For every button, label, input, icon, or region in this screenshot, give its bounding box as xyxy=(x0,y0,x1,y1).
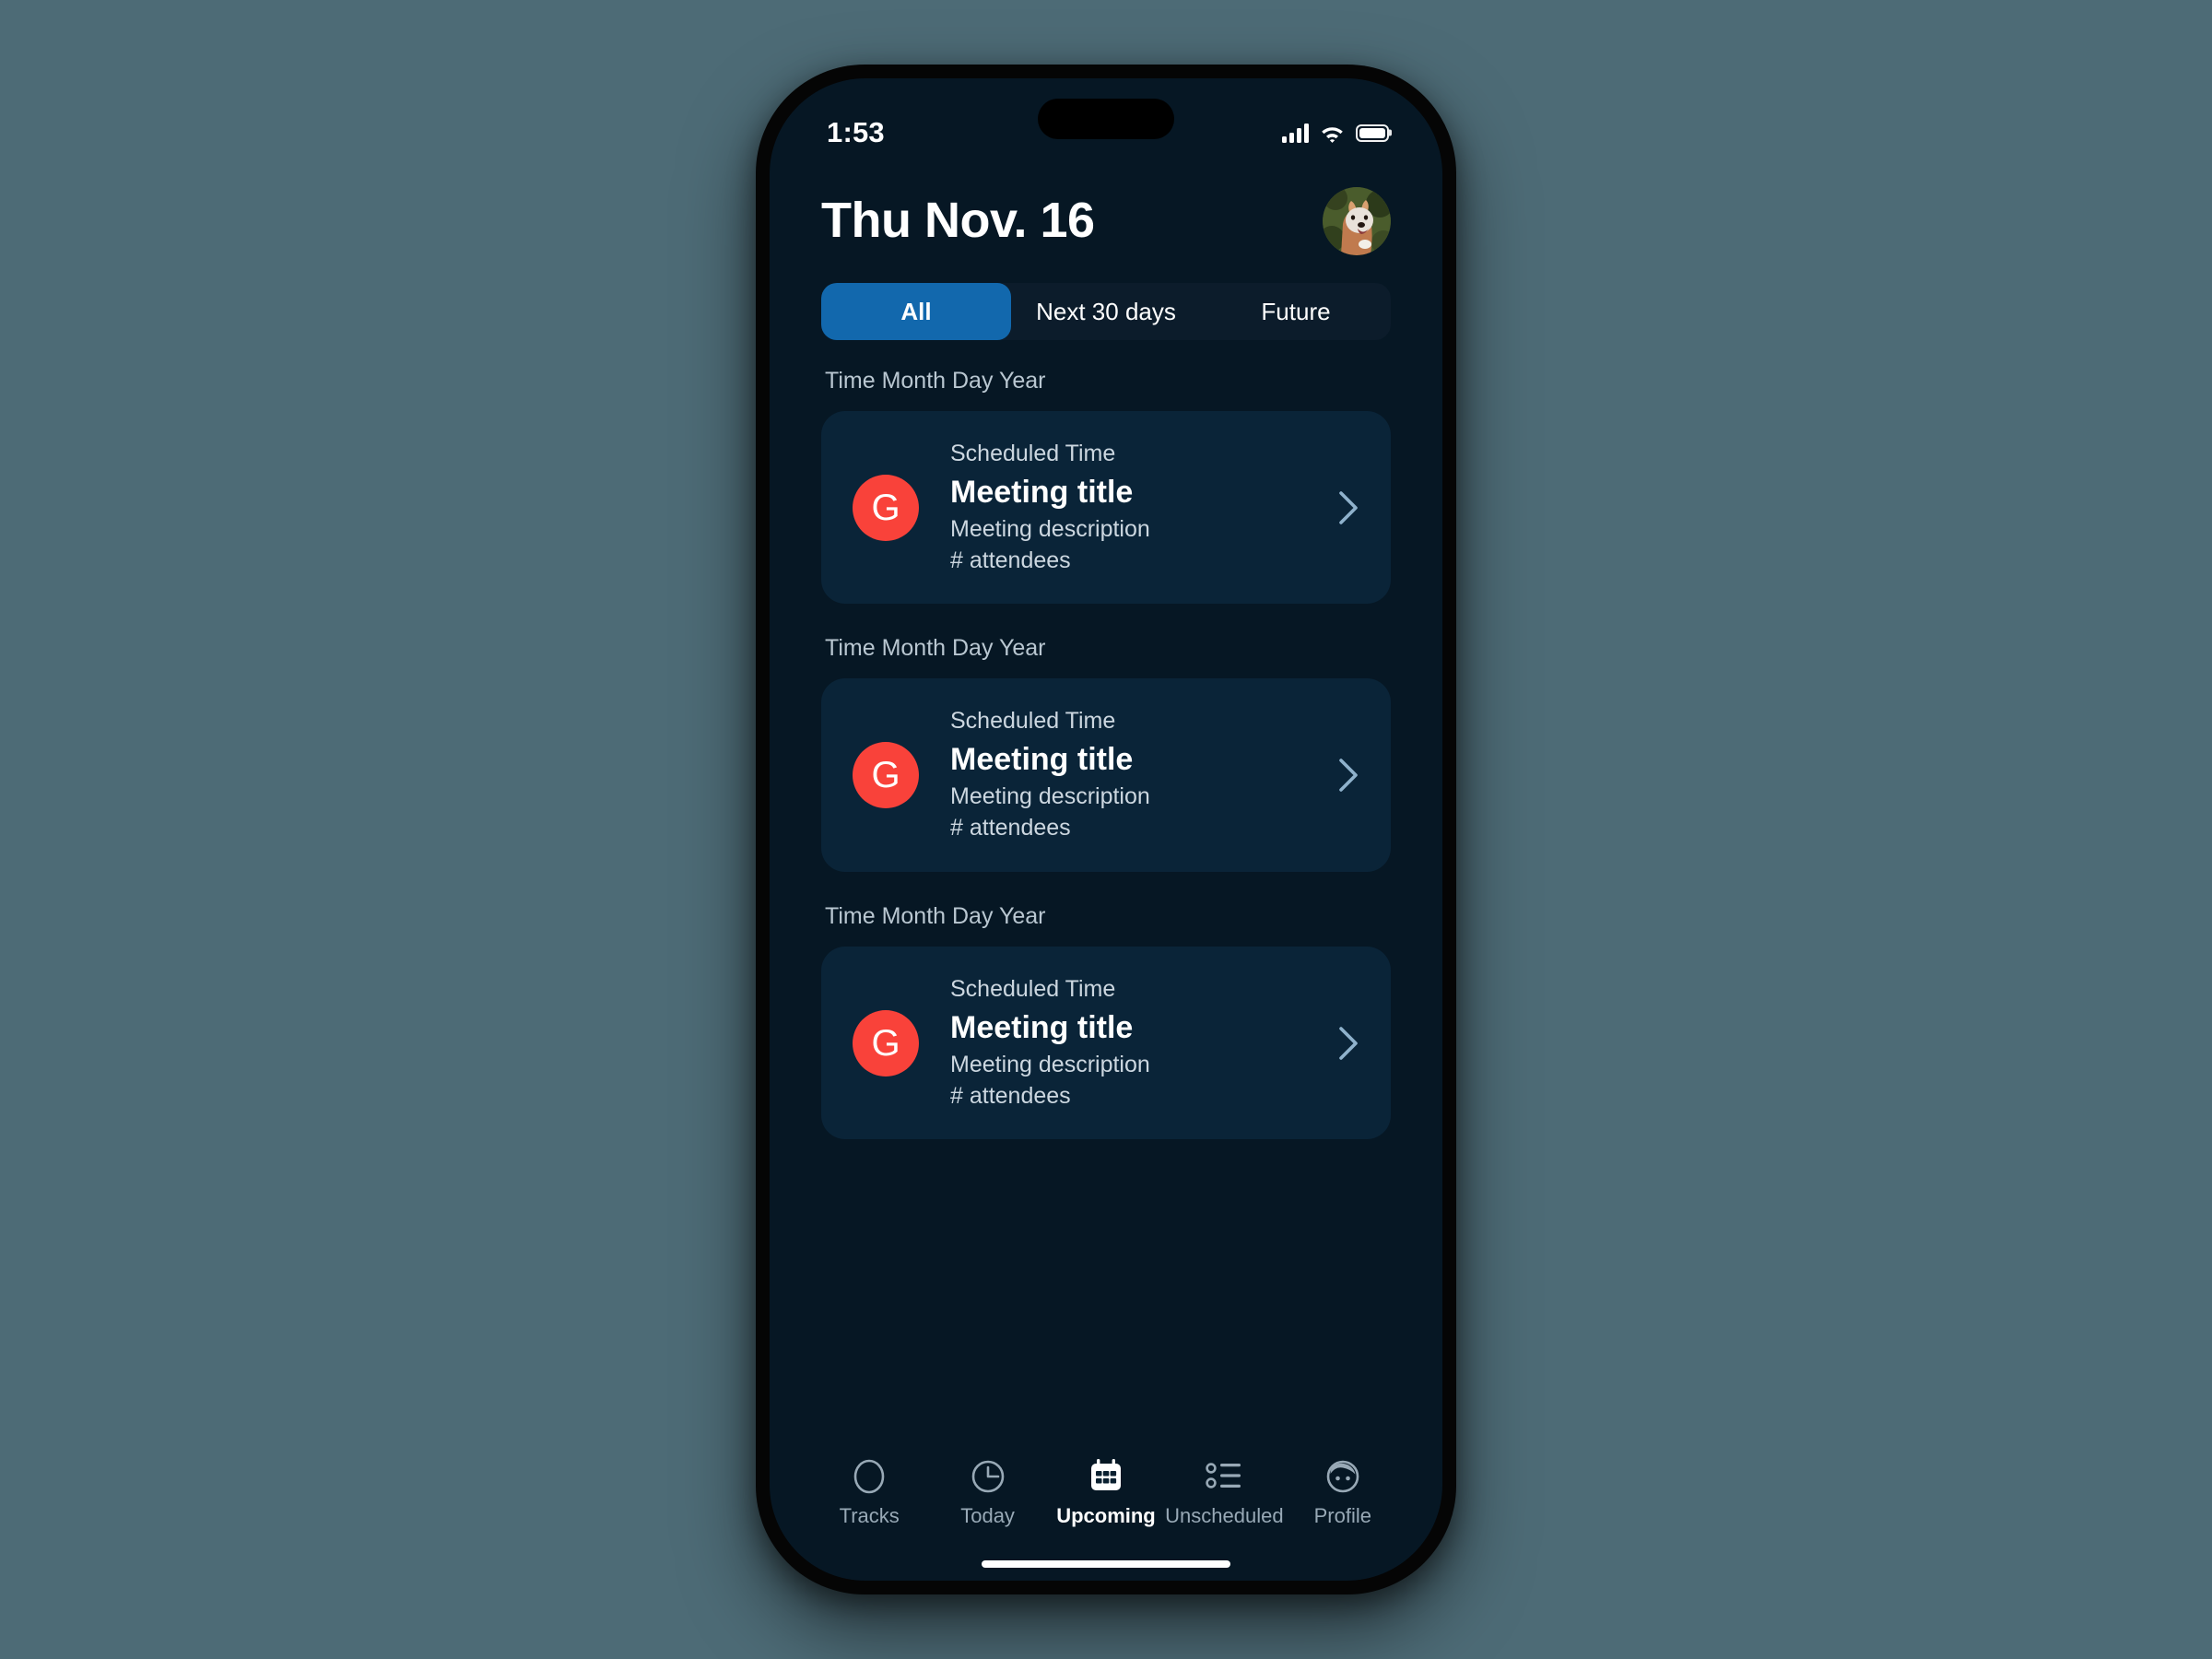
section-date-label: Time Month Day Year xyxy=(825,902,1046,929)
meeting-card-body: Scheduled Time Meeting title Meeting des… xyxy=(950,439,1295,576)
battery-fill xyxy=(1359,127,1385,138)
chevron-right-icon[interactable] xyxy=(1337,489,1359,526)
clock-icon xyxy=(969,1457,1007,1496)
chevron-right-icon[interactable] xyxy=(1337,757,1359,794)
meeting-section: Time Month Day Year G Scheduled Time Mee… xyxy=(821,902,1391,1140)
app-header: Thu Nov. 16 xyxy=(770,163,1442,255)
dynamic-island xyxy=(1038,99,1174,139)
status-bar-time: 1:53 xyxy=(827,116,885,148)
dog-profile-photo-icon xyxy=(1323,187,1391,255)
meeting-card[interactable]: G Scheduled Time Meeting title Meeting d… xyxy=(821,411,1391,605)
tab-tracks[interactable]: Tracks xyxy=(810,1457,928,1528)
filter-tabs-container: All Next 30 days Future xyxy=(770,255,1442,340)
filter-tab-all[interactable]: All xyxy=(821,283,1011,340)
meeting-source-badge: G xyxy=(853,474,919,541)
meeting-description: Meeting description xyxy=(950,515,1150,542)
tab-label-tracks: Tracks xyxy=(839,1504,900,1527)
tab-label-upcoming: Upcoming xyxy=(1056,1504,1156,1527)
avatar[interactable] xyxy=(1323,187,1391,255)
face-avatar-icon xyxy=(1324,1457,1362,1496)
meeting-scheduled-time: Scheduled Time xyxy=(950,441,1116,466)
circle-outline-icon xyxy=(850,1457,888,1496)
meeting-description: Meeting description xyxy=(950,783,1150,810)
meeting-list[interactable]: Time Month Day Year G Scheduled Time Mee… xyxy=(770,368,1442,1444)
meeting-card-body: Scheduled Time Meeting title Meeting des… xyxy=(950,706,1295,843)
section-date-label: Time Month Day Year xyxy=(825,635,1046,662)
meeting-title: Meeting title xyxy=(950,742,1134,778)
filter-tab-future[interactable]: Future xyxy=(1201,283,1391,340)
meeting-section: Time Month Day Year G Scheduled Time Mee… xyxy=(821,635,1391,872)
home-indicator-bar xyxy=(982,1560,1230,1568)
status-bar: 1:53 xyxy=(770,78,1442,163)
page-title: Thu Nov. 16 xyxy=(821,193,1095,249)
phone-screen: 1:53 Thu Nov. 16 All Next 30 days Future… xyxy=(770,78,1442,1581)
filter-tab-next-30-days[interactable]: Next 30 days xyxy=(1011,283,1201,340)
tab-profile[interactable]: Profile xyxy=(1284,1457,1402,1528)
meeting-title: Meeting title xyxy=(950,474,1134,510)
phone-frame: 1:53 Thu Nov. 16 All Next 30 days Future… xyxy=(756,65,1456,1594)
tab-label-profile: Profile xyxy=(1313,1504,1371,1527)
meeting-section: Time Month Day Year G Scheduled Time Mee… xyxy=(821,368,1391,605)
meeting-attendees: # attendees xyxy=(950,815,1071,841)
tab-unscheduled[interactable]: Unscheduled xyxy=(1165,1457,1284,1528)
chevron-right-icon[interactable] xyxy=(1337,1025,1359,1062)
bulleted-list-icon xyxy=(1205,1457,1243,1496)
calendar-icon xyxy=(1087,1457,1125,1496)
tab-label-unscheduled: Unscheduled xyxy=(1165,1504,1284,1527)
meeting-attendees: # attendees xyxy=(950,1082,1071,1109)
meeting-source-badge: G xyxy=(853,1009,919,1077)
meeting-attendees: # attendees xyxy=(950,547,1071,573)
wifi-icon xyxy=(1322,126,1343,143)
meeting-source-badge: G xyxy=(853,742,919,809)
tab-today[interactable]: Today xyxy=(928,1457,1046,1528)
meeting-scheduled-time: Scheduled Time xyxy=(950,708,1116,735)
section-date-label: Time Month Day Year xyxy=(825,368,1046,394)
battery-icon xyxy=(1356,124,1389,142)
meeting-card[interactable]: G Scheduled Time Meeting title Meeting d… xyxy=(821,946,1391,1140)
meeting-card-body: Scheduled Time Meeting title Meeting des… xyxy=(950,974,1295,1112)
meeting-scheduled-time: Scheduled Time xyxy=(950,975,1116,1002)
cellular-signal-icon xyxy=(1282,123,1309,143)
meeting-title: Meeting title xyxy=(950,1009,1134,1045)
tab-upcoming[interactable]: Upcoming xyxy=(1047,1457,1165,1528)
home-indicator xyxy=(770,1560,1442,1581)
tab-label-today: Today xyxy=(960,1504,1015,1527)
filter-segmented-control: All Next 30 days Future xyxy=(821,283,1391,340)
meeting-card[interactable]: G Scheduled Time Meeting title Meeting d… xyxy=(821,678,1391,872)
status-bar-icons xyxy=(1282,123,1389,143)
bottom-tab-bar: Tracks Today Upcoming Unscheduled Profil… xyxy=(770,1444,1442,1560)
meeting-description: Meeting description xyxy=(950,1051,1150,1077)
